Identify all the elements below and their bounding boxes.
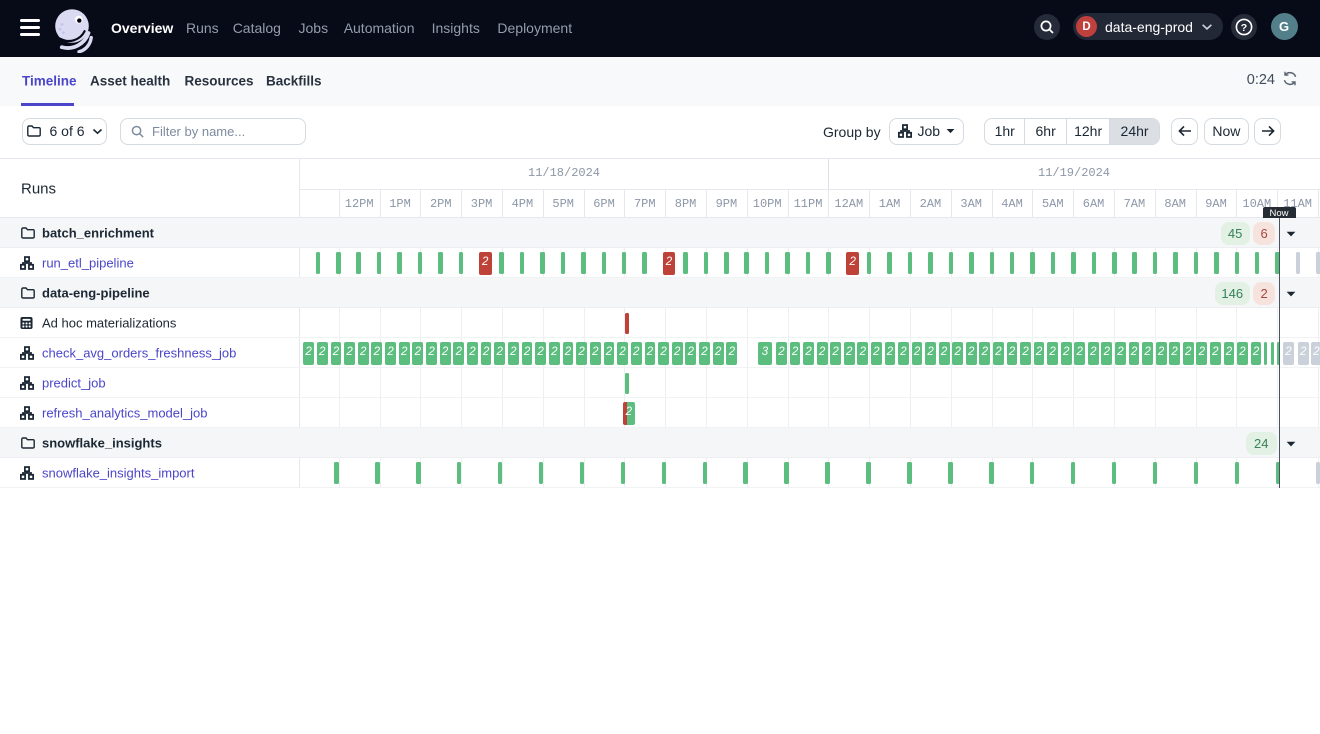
svg-text:?: ?: [1241, 22, 1247, 34]
